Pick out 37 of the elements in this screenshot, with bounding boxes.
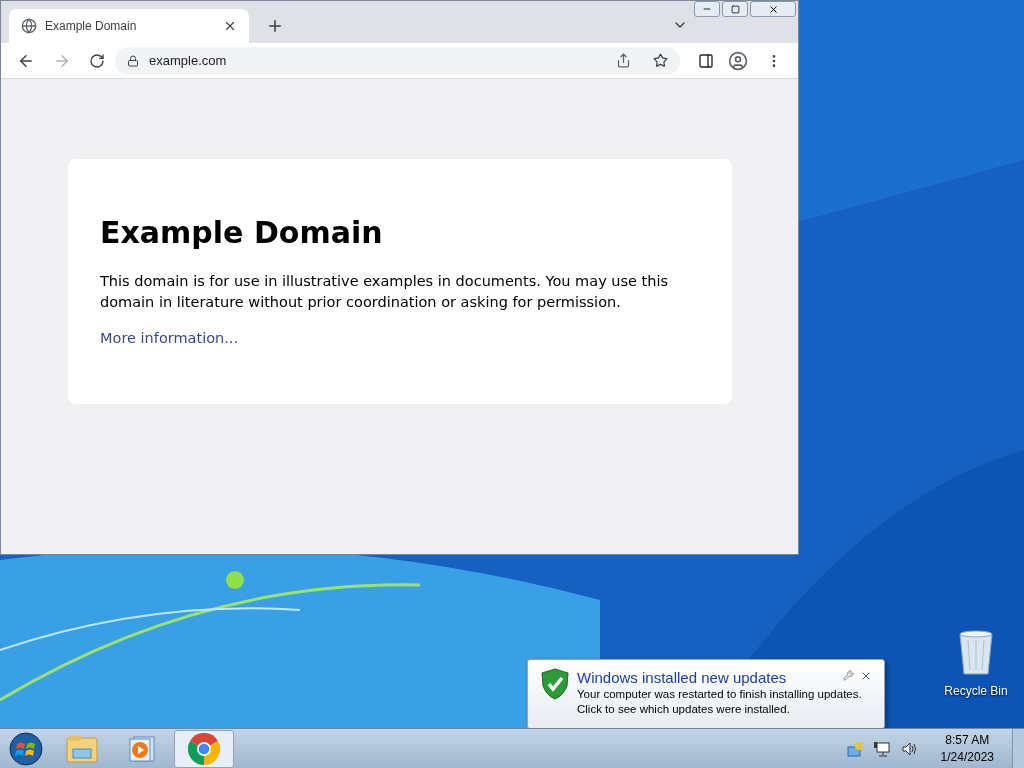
start-orb-icon <box>9 731 43 766</box>
page-paragraph: This domain is for use in illustrative examples in documents. You may use this domain in literature without prior coordination or asking for permission. <box>100 272 670 312</box>
reload-icon[interactable] <box>89 52 105 69</box>
more-information-link[interactable]: More information... <box>100 328 239 350</box>
network-icon[interactable] <box>872 740 891 757</box>
clock-time[interactable]: 8:57 AM <box>945 731 990 749</box>
page-heading: Example Domain <box>100 215 384 251</box>
maximize-button[interactable] <box>722 1 748 17</box>
minimize-button[interactable] <box>694 1 720 17</box>
lock-icon <box>127 54 139 67</box>
taskbar-button[interactable] <box>174 729 234 768</box>
globe-icon <box>21 18 37 34</box>
clock-date[interactable]: 1/24/2023 <box>940 748 994 766</box>
folder-icon <box>66 734 98 763</box>
close-icon[interactable] <box>860 670 872 682</box>
volume-icon[interactable] <box>900 740 919 757</box>
side-panel-icon[interactable] <box>698 52 714 69</box>
chrome-icon <box>188 732 220 765</box>
profile-icon[interactable] <box>728 50 748 71</box>
close-icon <box>767 3 779 15</box>
share-icon[interactable] <box>616 53 631 68</box>
trash-bin-icon[interactable] <box>958 630 994 676</box>
address-text: example.com <box>149 51 227 70</box>
maximize-icon <box>730 4 740 14</box>
shield-check-icon <box>541 668 569 700</box>
notification-title: Windows installed new updates <box>577 668 787 687</box>
new-tab-icon[interactable] <box>266 17 284 35</box>
tab-title: Example Domain <box>45 18 138 35</box>
browser-tab[interactable]: Example Domain <box>9 9 249 43</box>
close-icon[interactable] <box>223 19 237 33</box>
bookmark-star-icon[interactable] <box>653 53 668 68</box>
media-player-icon <box>128 734 156 763</box>
desktop-icon-label[interactable]: Recycle Bin <box>944 682 1008 700</box>
address-bar[interactable]: example.com <box>115 46 680 75</box>
notification-text: Click to see which updates were installed. <box>577 702 791 717</box>
notification-balloon[interactable]: Windows installed new updates Your computer was restarted to finish installing updates. Click to see which updates were installed. <box>527 659 885 729</box>
notification-text: Your computer was restarted to finish installing updates. <box>577 687 862 702</box>
